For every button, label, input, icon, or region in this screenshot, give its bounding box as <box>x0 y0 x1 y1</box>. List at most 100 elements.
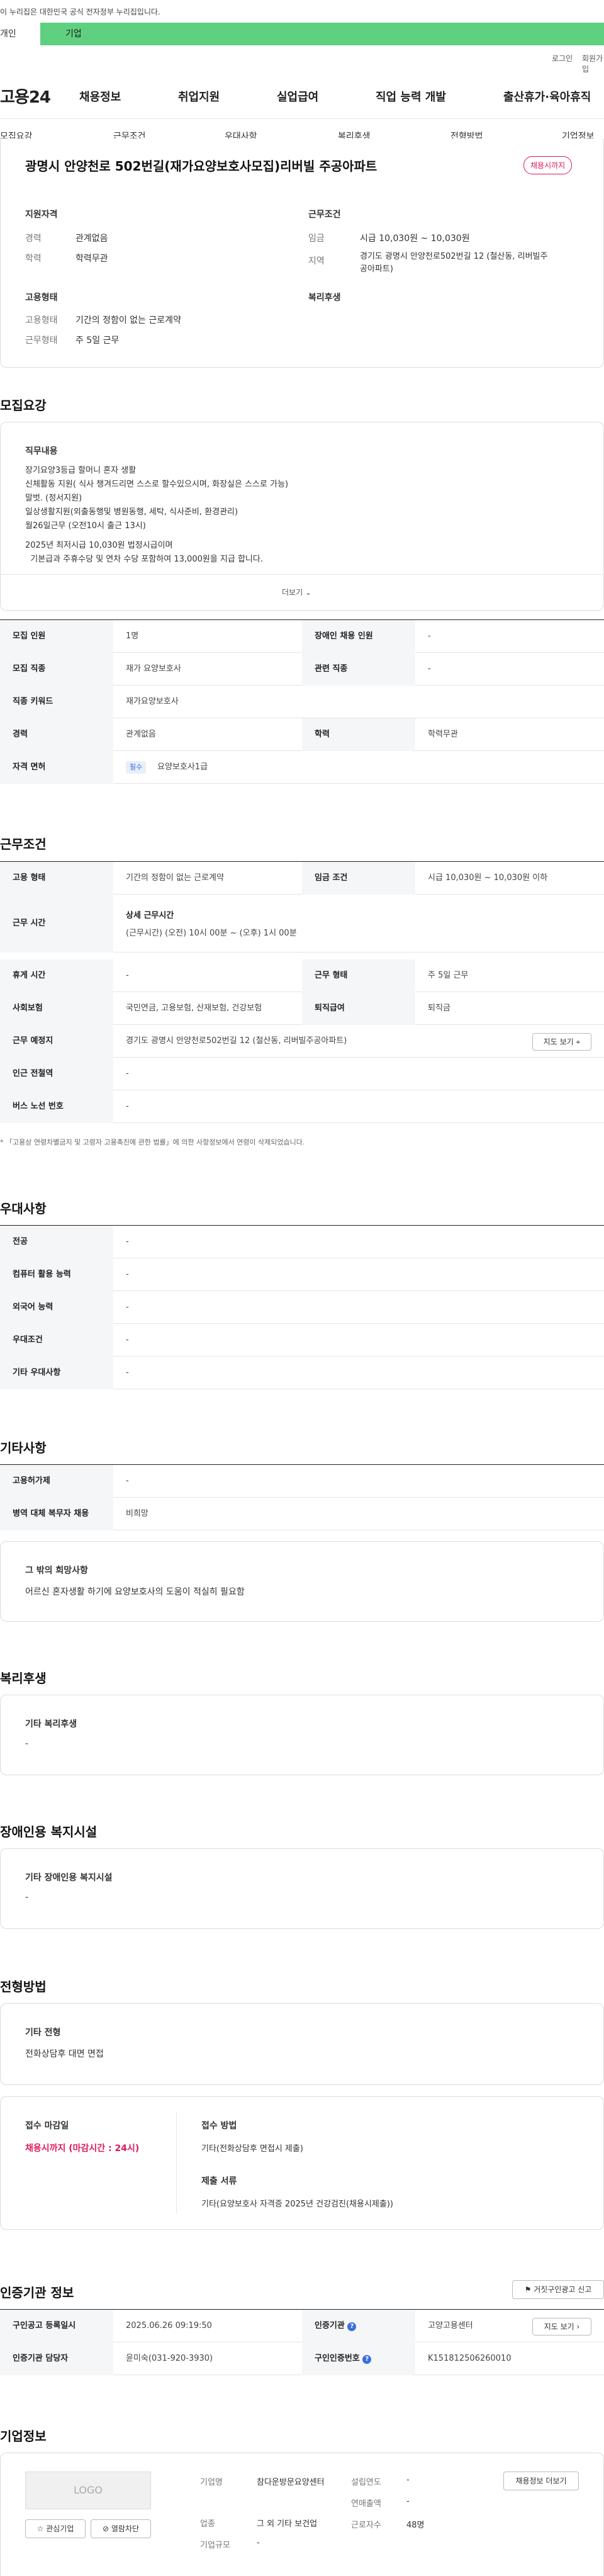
disabled-box-title: 기타 장애인용 복지시설 <box>25 1873 113 1883</box>
shape-value: 주 5일 근무 <box>76 336 120 346</box>
section-title: 인증기관 정보 <box>0 2285 74 2300</box>
agency-map-button[interactable]: 지도 보기 › <box>532 2318 591 2336</box>
td: 퇴직금 <box>428 1003 450 1013</box>
type-value: 기간의 정함이 없는 근로계약 <box>76 315 181 325</box>
report-button[interactable]: ⚑ 거짓구인광고 신고 <box>512 2280 604 2299</box>
table-row: 인근 전철역 - <box>0 1058 604 1090</box>
th: 버스 노선 번호 <box>0 1090 113 1123</box>
size-value: - <box>257 2538 260 2548</box>
area-key: 지역 <box>308 256 325 266</box>
table-row: 외국어 능력 - <box>0 1291 604 1324</box>
welfare-box-title: 기타 복리후생 <box>25 1719 77 1729</box>
table-row: 모집 인원 1명 장애인 채용 인원 - <box>0 620 604 653</box>
hope-title: 그 밖의 희망사항 <box>25 1566 88 1576</box>
td: - <box>126 1237 129 1246</box>
industry-value: 그 외 기타 보건업 <box>257 2519 318 2529</box>
td: - <box>126 971 129 980</box>
industry-key: 업종 <box>200 2519 215 2529</box>
th: 외국어 능력 <box>0 1291 113 1324</box>
gov-notice: 이 누리집은 대한민국 공식 전자정부 누리집입니다. <box>0 8 160 16</box>
th: 근무 예정지 <box>0 1025 113 1058</box>
table-row: 휴게 시간 - 근무 형태 주 5일 근무 <box>0 959 604 992</box>
area-value-cont: 공아파트) <box>360 264 393 274</box>
more-label: 더보기 <box>282 588 303 597</box>
duty-line: 기본급과 주휴수당 및 연차 수당 포함하여 13,000원을 지급 합니다. <box>25 555 263 564</box>
org-key: 인증기관 <box>315 2321 345 2330</box>
info-icon[interactable]: ? <box>362 2355 372 2364</box>
th: 인근 전철역 <box>0 1058 113 1090</box>
method-value: 기타(전화상담후 면접시 제출) <box>201 2144 303 2154</box>
td: 재가요양보호사 <box>126 697 179 706</box>
th: 전공 <box>0 1226 113 1258</box>
th: 관련 직종 <box>302 653 415 686</box>
td: - <box>428 664 431 674</box>
table-row: 버스 노선 번호 - <box>0 1090 604 1123</box>
join-link[interactable]: 회원가입 <box>582 53 604 74</box>
welfare-box-text: - <box>25 1739 29 1749</box>
tab-corporate[interactable]: 기업 <box>40 23 604 45</box>
block-button[interactable]: ⊘ 열람차단 <box>91 2519 151 2538</box>
section-title: 기타사항 <box>0 1440 47 1455</box>
th: 우대조건 <box>0 1324 113 1357</box>
section-title: 전형방법 <box>0 1979 47 1994</box>
job-title: 광명시 안양천로 502번길(재가요양보호사모집)리버빌 주공아파트 <box>25 159 378 174</box>
login-link[interactable]: 로그인 <box>552 53 573 67</box>
time-value: (근무시간) (오전) 10시 00분 ~ (오후) 1시 00분 <box>126 929 297 938</box>
no-key: 구인인증번호 <box>315 2354 360 2363</box>
status-badge: 채용시까지 <box>523 156 573 174</box>
th: 자격 면허 <box>0 751 113 784</box>
gnb-jobs[interactable]: 채용정보 <box>79 88 121 105</box>
block-label: 열람차단 <box>111 2524 140 2533</box>
divider <box>0 574 604 575</box>
info-icon[interactable]: ? <box>347 2322 357 2331</box>
td: 주 5일 근무 <box>428 971 469 980</box>
th: 모집 인원 <box>0 620 113 653</box>
map-button-label: 지도 보기 <box>543 1037 574 1046</box>
th: 직종 키워드 <box>0 686 113 718</box>
more-button[interactable]: 더보기 ⌄ <box>282 587 311 597</box>
td: 2025.06.26 09:19:50 <box>126 2321 212 2330</box>
td: 시급 10,030원 ~ 10,030원 이하 <box>428 873 548 883</box>
sales-key: 연매출액 <box>351 2499 381 2509</box>
size-key: 기업규모 <box>200 2541 230 2550</box>
wage-key: 임금 <box>308 234 325 244</box>
docs-value: 기타(요양보호사 자격증 2025년 건강검진(채용시제출)) <box>201 2200 393 2209</box>
section-title: 근무조건 <box>0 837 47 852</box>
td: K151812506260010 <box>428 2354 512 2363</box>
map-button[interactable]: 지도 보기 ⌖ <box>532 1033 591 1051</box>
duty-line: 장기요양3등급 할머니 혼자 생활 <box>25 466 137 475</box>
duty-line: 일상생활지원(외출동행및 병원동행, 세탁, 식사준비, 환경관리) <box>25 507 238 517</box>
hope-text: 어르신 혼자생활 하기에 요양보호사의 도움이 적실히 필요함 <box>25 1587 245 1597</box>
gnb-employment-support[interactable]: 취업지원 <box>178 88 220 105</box>
th: 근무 시간 <box>0 895 113 952</box>
site-logo[interactable]: 고용24 <box>0 84 51 108</box>
deadline-key: 접수 마감일 <box>25 2121 69 2131</box>
deadline-value: 채용시까지 (마감시간 : 24시) <box>25 2144 140 2154</box>
shape-key: 근무형태 <box>25 336 58 346</box>
wage-value: 시급 10,030원 ~ 10,030원 <box>360 234 470 244</box>
th: 인증기관 ? <box>302 2310 415 2342</box>
table-row: 사회보험 국민연금, 고용보험, 산재보험, 건강보험 퇴직급여 퇴직금 <box>0 992 604 1025</box>
gnb-unemployment[interactable]: 실업급여 <box>277 88 318 105</box>
table-row: 모집 직종 재가 요양보호사 관련 직종 - <box>0 653 604 686</box>
th: 휴게 시간 <box>0 959 113 992</box>
td: 국민연금, 고용보험, 산재보험, 건강보험 <box>126 1003 262 1013</box>
table-row: 경력 관계없음 학력 학력무관 <box>0 718 604 751</box>
tab-personal[interactable]: 개인 <box>0 23 40 45</box>
td: 경기도 광명시 안양천로502번길 12 (철산동, 리버빌주공아파트) <box>126 1036 347 1046</box>
td: 요양보호사1급 <box>157 762 208 772</box>
chevron-down-icon: ⌄ <box>305 588 312 597</box>
company-jobs-button[interactable]: 채용정보 더보기 <box>503 2471 579 2490</box>
employees-key: 근로자수 <box>351 2521 381 2530</box>
th: 모집 직종 <box>0 653 113 686</box>
disabled-card <box>0 1848 604 1929</box>
th: 병역 대체 복무자 채용 <box>0 1498 113 1530</box>
table-row: 인증기관 담당자 윤미숙(031-920-3930) 구인인증번호 ? K151… <box>0 2342 604 2375</box>
td: 기간의 정함이 없는 근로계약 <box>126 873 224 883</box>
section-title: 복리후생 <box>0 1671 47 1686</box>
gnb-training[interactable]: 직업 능력 개발 <box>376 88 446 105</box>
favorite-button[interactable]: ☆ 관심기업 <box>25 2519 86 2538</box>
gnb-leave[interactable]: 출산휴가·육아휴직 <box>503 88 591 105</box>
found-key: 설립연도 <box>351 2478 381 2487</box>
th: 고용허가제 <box>0 1465 113 1498</box>
